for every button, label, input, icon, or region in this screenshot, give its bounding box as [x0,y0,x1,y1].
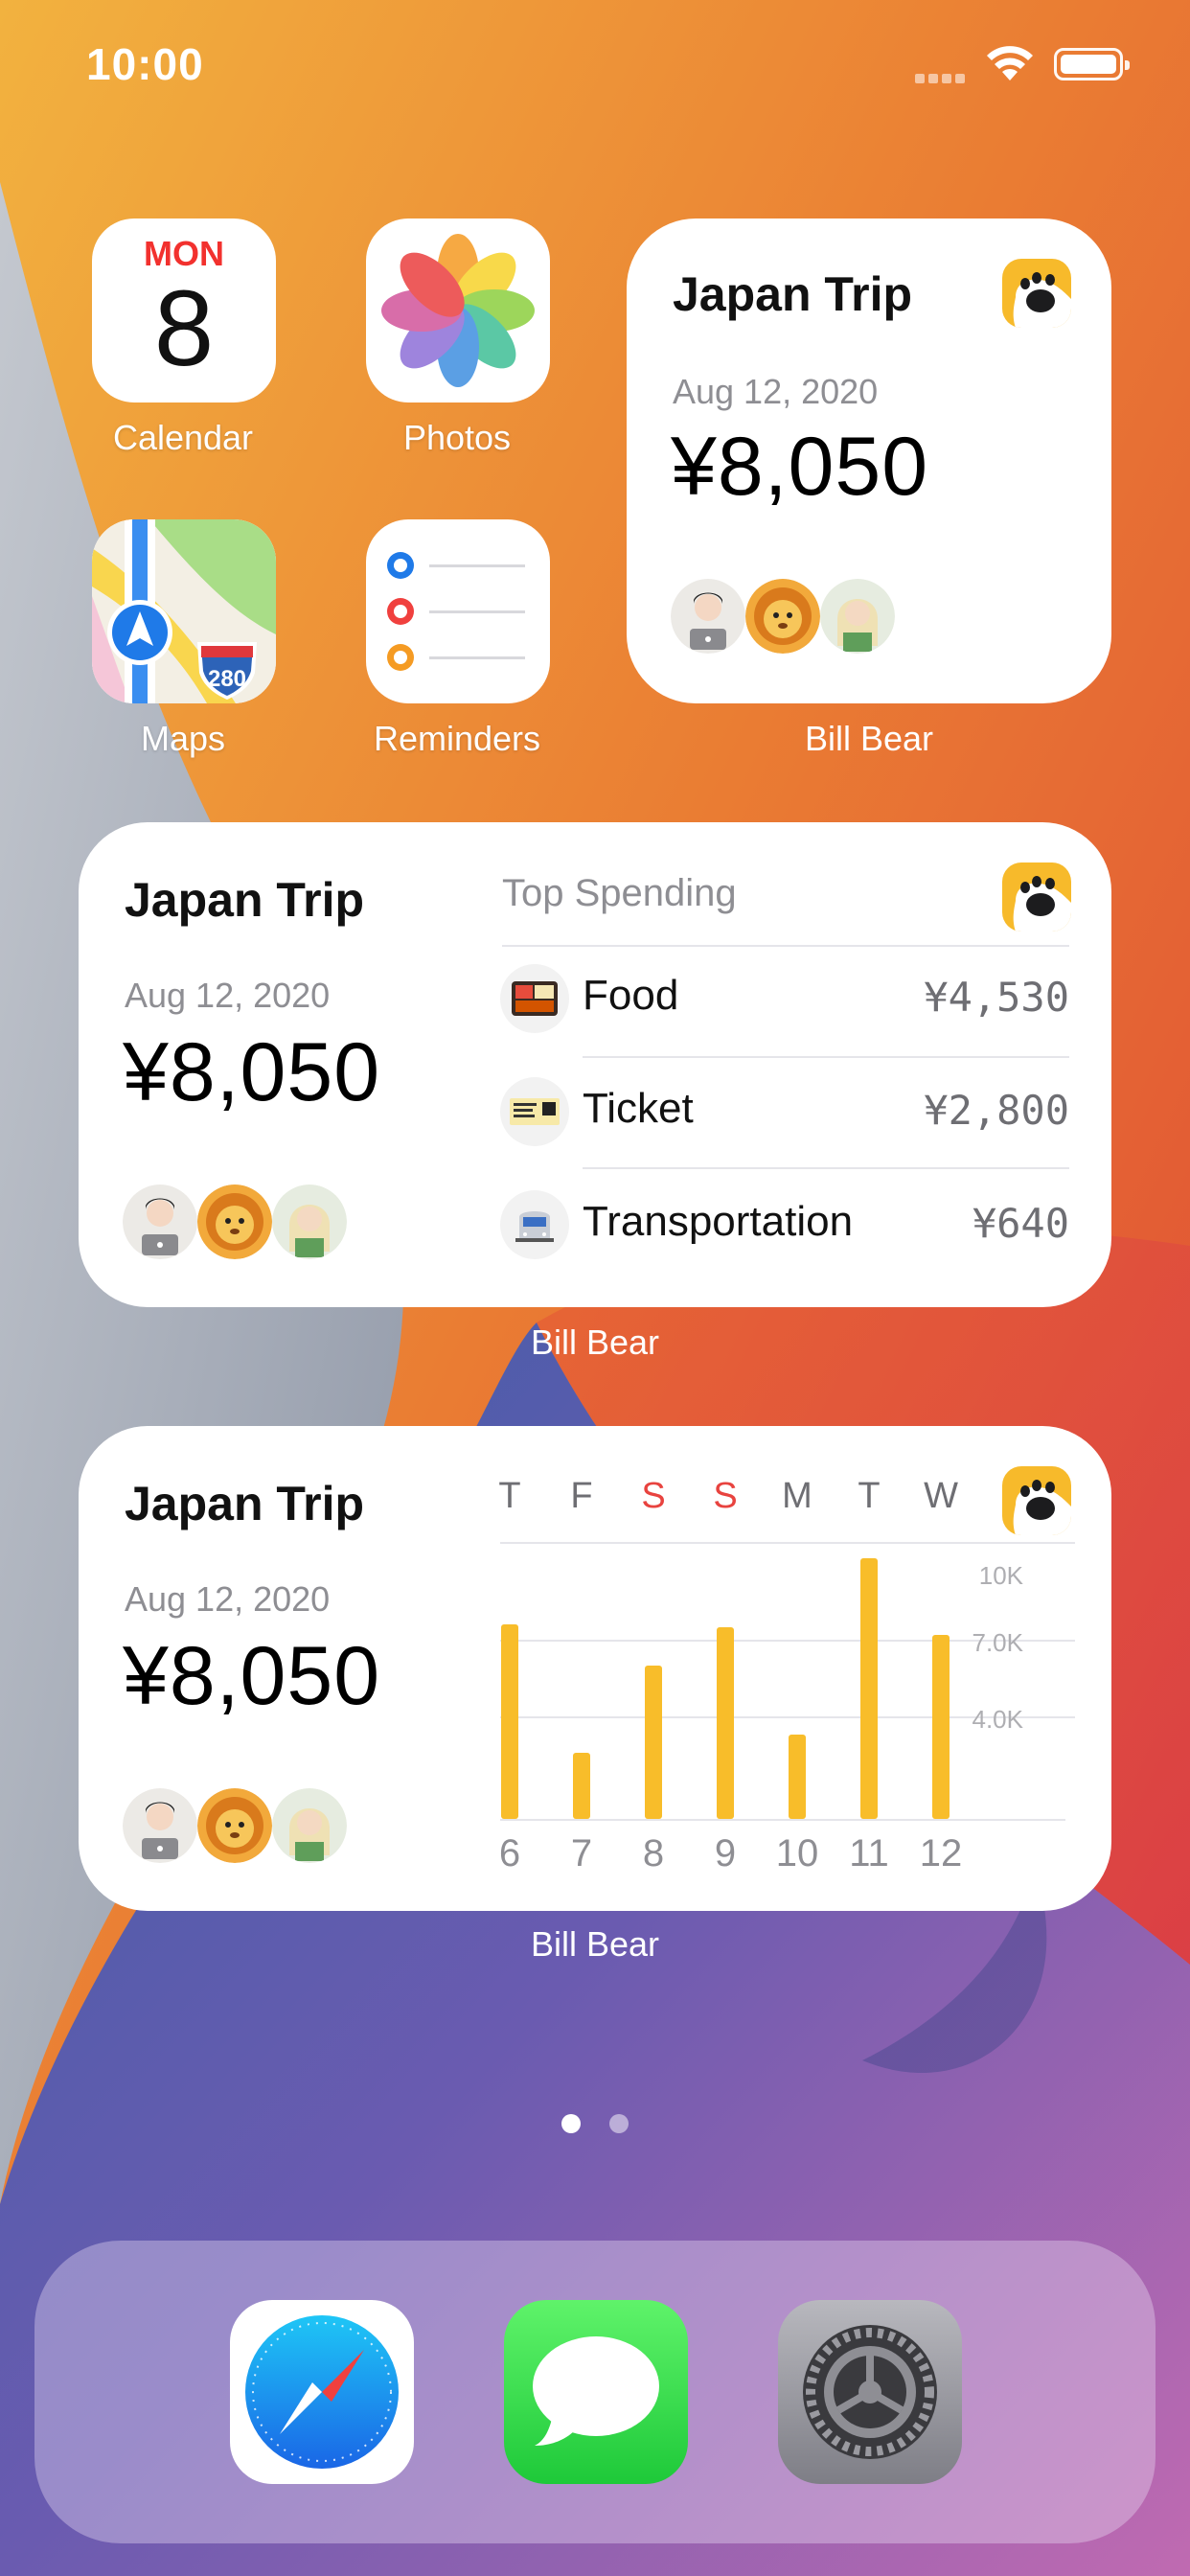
chart-weekday-label: W [924,1476,958,1516]
maps-app-icon[interactable]: 280 [92,519,276,703]
chart-bar [932,1635,950,1819]
settings-app-icon[interactable] [778,2300,962,2484]
page-dot[interactable] [609,2114,629,2133]
chart-bar [860,1558,878,1819]
photos-app-icon[interactable] [366,218,550,402]
daily-spending-chart: 10K 7.0K 4.0K T 6 F 7 S 8 S 9 M 10 T 11 W 12 [498,1464,1075,1886]
spending-divider [583,1056,1069,1058]
bill-bear-small-widget[interactable]: Japan Trip Aug 12, 2020 ¥8,050 [627,218,1111,703]
calendar-date: 8 [153,268,215,388]
widget-total-amount: ¥8,050 [123,1630,381,1722]
calendar-app-label: Calendar [112,418,254,457]
messages-icon [504,2300,688,2484]
lion-avatar [745,579,820,654]
chart-x-tick-label: 9 [714,1832,737,1874]
chart-weekday-label: M [782,1476,812,1516]
chart-x-tick-label: 11 [849,1832,889,1874]
chart-bar [789,1735,806,1819]
status-time: 10:00 [86,39,204,89]
calendar-app-icon[interactable]: MON 8 [92,218,276,402]
widget-date: Aug 12, 2020 [673,372,879,411]
bill-bear-paw-icon [1002,259,1071,328]
maps-route-sign: 280 [208,666,246,692]
chart-weekday-label: S [713,1476,738,1516]
chart-baseline [500,1819,1065,1821]
bill-bear-chart-widget-label: Bill Bear [530,1924,660,1964]
chart-x-tick-label: 12 [919,1832,963,1874]
man-with-laptop-avatar [123,1184,197,1259]
lion-avatar [197,1788,272,1863]
ticket-icon [500,1077,569,1146]
spending-divider [583,1167,1069,1169]
chart-x-tick-label: 8 [642,1832,665,1874]
safari-icon [245,2315,399,2469]
chart-y-tick-label: 7.0K [972,1628,1024,1658]
top-spending-header: Top Spending [502,872,737,914]
elf-avatar [272,1788,347,1863]
widget-trip-title: Japan Trip [125,873,365,927]
chart-x-tick-label: 6 [498,1832,521,1874]
elf-avatar [272,1184,347,1259]
elf-avatar [820,579,895,654]
man-with-laptop-avatar [671,579,745,654]
chart-bar [501,1624,518,1819]
chart-weekday-label: T [498,1476,521,1516]
maps-icon: 280 [92,519,276,703]
bento-box-icon [500,964,569,1033]
safari-app-icon[interactable] [230,2300,414,2484]
chart-bar [573,1752,590,1819]
widget-total-amount: ¥8,050 [671,421,929,513]
bill-bear-small-widget-label: Bill Bear [804,719,934,758]
photos-icon [381,234,535,387]
settings-icon [778,2300,962,2484]
widget-total-amount: ¥8,050 [123,1026,381,1118]
widget-trip-title: Japan Trip [125,1477,365,1530]
spending-item-amount: ¥4,530 [924,974,1069,1021]
widget-date: Aug 12, 2020 [125,976,331,1015]
bill-bear-paw-icon [1002,1466,1071,1535]
spending-item-name: Ticket [583,1085,694,1132]
lion-avatar [197,1184,272,1259]
man-with-laptop-avatar [123,1788,197,1863]
train-icon [500,1190,569,1259]
bill-bear-spending-widget-label: Bill Bear [530,1322,660,1362]
spending-item-amount: ¥2,800 [924,1087,1069,1134]
bill-bear-chart-widget[interactable]: Japan Trip Aug 12, 2020 ¥8,050 10K 7.0K 4.… [79,1426,1111,1911]
messages-app-icon[interactable] [504,2300,688,2484]
wifi-icon [987,46,1033,80]
spending-item-name: Food [583,972,679,1019]
battery-icon [1054,48,1130,80]
chart-x-tick-label: 10 [775,1832,819,1874]
photos-app-label: Photos [402,418,512,457]
chart-gridline [500,1542,1075,1545]
chart-bar [717,1627,734,1819]
chart-bar [645,1666,662,1819]
page-dot-active[interactable] [561,2114,581,2133]
chart-weekday-label: T [858,1476,881,1516]
spending-divider [502,945,1069,947]
reminders-app-label: Reminders [373,719,541,758]
widget-date: Aug 12, 2020 [125,1579,331,1619]
chart-y-tick-label: 4.0K [972,1705,1024,1735]
chart-weekday-label: F [570,1476,593,1516]
chart-y-tick-label: 10K [978,1561,1023,1591]
bill-bear-paw-icon [1002,862,1071,932]
spending-item-amount: ¥640 [972,1200,1069,1247]
reminders-icon [387,552,525,671]
reminders-app-icon[interactable] [366,519,550,703]
bill-bear-spending-widget[interactable]: Japan Trip Aug 12, 2020 ¥8,050 Top Spend… [79,822,1111,1307]
widget-trip-title: Japan Trip [673,267,913,321]
spending-item-name: Transportation [583,1198,854,1245]
chart-weekday-label: S [641,1476,666,1516]
maps-app-label: Maps [140,719,226,758]
chart-x-tick-label: 7 [570,1832,593,1874]
cellular-signal-icon [915,71,969,83]
